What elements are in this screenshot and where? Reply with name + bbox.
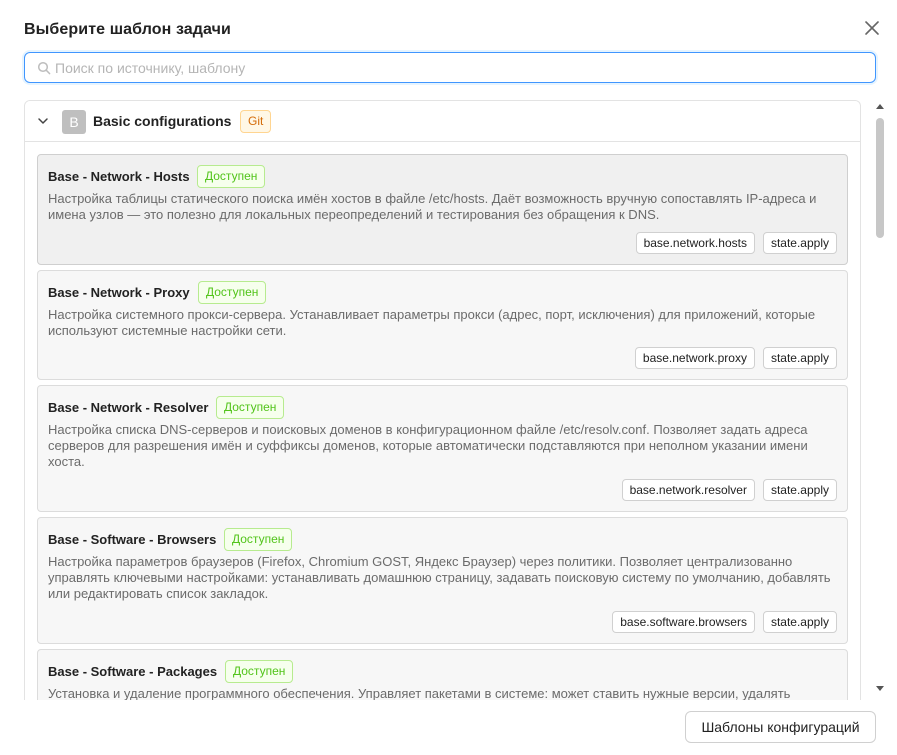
tag-module[interactable]: base.network.hosts (635, 232, 755, 254)
template-tags: base.network.hosts state.apply (635, 232, 837, 254)
group-name: Basic configurations (93, 113, 232, 129)
template-card-hosts[interactable]: Base - Network - Hosts Доступен Настройк… (37, 154, 848, 265)
tag-function[interactable]: state.apply (762, 347, 837, 369)
tag-module[interactable]: base.network.resolver (621, 479, 755, 501)
search-icon (37, 61, 51, 75)
tag-function[interactable]: state.apply (762, 232, 837, 254)
template-description: Настройка системного прокси-сервера. Уст… (48, 307, 816, 338)
group-header[interactable]: B Basic configurations Git (25, 101, 860, 142)
template-card-packages[interactable]: Base - Software - Packages Доступен Уста… (37, 649, 848, 700)
tag-module[interactable]: base.network.proxy (634, 347, 755, 369)
template-picker-dialog: Выберите шаблон задачи B Basic configura… (0, 0, 897, 755)
status-badge: Доступен (225, 660, 294, 683)
close-icon (865, 21, 879, 35)
config-templates-button[interactable]: Шаблоны конфигураций (685, 711, 876, 743)
tag-function[interactable]: state.apply (762, 611, 837, 633)
close-button[interactable] (862, 18, 882, 38)
template-description: Настройка списка DNS-серверов и поисковы… (48, 422, 808, 469)
tag-function[interactable]: state.apply (762, 479, 837, 501)
chevron-down-icon[interactable] (37, 115, 49, 127)
search-input[interactable] (55, 53, 865, 82)
scroll-down-arrow-icon[interactable] (876, 686, 884, 691)
status-badge: Доступен (224, 528, 293, 551)
group-avatar: B (62, 110, 86, 134)
search-box (24, 52, 876, 83)
template-tags: base.network.resolver state.apply (621, 479, 837, 501)
dialog-title: Выберите шаблон задачи (24, 21, 231, 38)
template-description: Настройка таблицы статического поиска им… (48, 191, 817, 222)
template-card-browsers[interactable]: Base - Software - Browsers Доступен Наст… (37, 517, 848, 644)
template-card-resolver[interactable]: Base - Network - Resolver Доступен Настр… (37, 385, 848, 512)
git-badge: Git (240, 110, 272, 133)
template-tags: base.network.proxy state.apply (634, 347, 837, 369)
scroll-up-arrow-icon[interactable] (876, 104, 884, 109)
template-description: Установка и удаление программного обеспе… (48, 686, 791, 700)
status-badge: Доступен (197, 165, 266, 188)
template-tags: base.software.browsers state.apply (612, 611, 837, 633)
tag-module[interactable]: base.software.browsers (612, 611, 755, 633)
scroll-thumb[interactable] (876, 118, 884, 238)
template-description: Настройка параметров браузеров (Firefox,… (48, 554, 831, 601)
template-title: Base - Software - Browsers (48, 532, 217, 547)
template-card-proxy[interactable]: Base - Network - Proxy Доступен Настройк… (37, 270, 848, 380)
template-title: Base - Network - Hosts (48, 169, 190, 184)
template-title: Base - Network - Proxy (48, 285, 190, 300)
scrollbar[interactable] (872, 100, 888, 696)
template-title: Base - Network - Resolver (48, 400, 209, 415)
status-badge: Доступен (198, 281, 267, 304)
template-group-panel: B Basic configurations Git Base - Networ… (24, 100, 861, 700)
status-badge: Доступен (216, 396, 285, 419)
template-title: Base - Software - Packages (48, 664, 218, 679)
